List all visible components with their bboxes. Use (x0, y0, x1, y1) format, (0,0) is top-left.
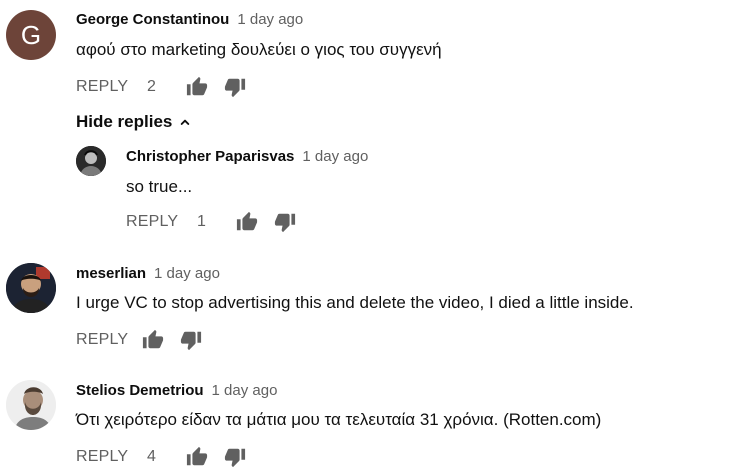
thumbs-up-icon[interactable] (186, 76, 208, 98)
thumbs-up-icon[interactable] (142, 329, 164, 351)
comment-time[interactable]: 1 day ago (154, 265, 220, 282)
avatar[interactable] (6, 380, 56, 430)
comment-time[interactable]: 1 day ago (302, 148, 368, 165)
avatar[interactable]: G (6, 10, 56, 60)
thumbs-down-icon[interactable] (224, 446, 246, 468)
thumbs-up-icon[interactable] (236, 211, 258, 233)
like-count: 1 (197, 213, 206, 230)
comment-author[interactable]: George Constantinou (76, 11, 229, 28)
comment-thread: meserlian 1 day ago I urge VC to stop adv… (0, 255, 736, 355)
comment-text: Ότι χειρότερο είδαν τα μάτια μου τα τελε… (76, 410, 602, 429)
thumbs-down-icon[interactable] (224, 76, 246, 98)
comment-time[interactable]: 1 day ago (237, 11, 303, 28)
comment-text: αφού στο marketing δουλεύει ο γιος του σ… (76, 40, 442, 59)
comment-author[interactable]: meserlian (76, 265, 146, 282)
comment-thread: G George Constantinou 1 day ago αφού στο … (0, 0, 736, 100)
hide-replies-label: Hide replies (76, 112, 173, 131)
comment-text: I urge VC to stop advertising this and d… (76, 293, 634, 312)
like-count: 2 (147, 78, 156, 95)
comment-thread: Stelios Demetriou 1 day ago Ότι χειρότερο… (0, 372, 736, 466)
thumbs-up-icon[interactable] (186, 446, 208, 468)
hide-replies-button[interactable]: Hide replies (76, 112, 193, 132)
comment-time[interactable]: 1 day ago (212, 382, 278, 399)
reply-button[interactable]: REPLY (76, 331, 128, 349)
reply-button[interactable]: REPLY (76, 78, 128, 96)
avatar[interactable] (76, 146, 106, 176)
avatar[interactable] (6, 263, 56, 313)
comment-author[interactable]: Christopher Paparisvas (126, 148, 294, 165)
thumbs-down-icon[interactable] (180, 329, 202, 351)
like-count: 4 (147, 448, 156, 465)
avatar-photo (6, 263, 56, 313)
thumbs-down-icon[interactable] (274, 211, 296, 233)
chevron-up-icon (181, 119, 190, 125)
avatar-letter: G (20, 19, 42, 50)
avatar-photo (6, 380, 56, 430)
comment-text: so true... (126, 177, 193, 196)
reply-button[interactable]: REPLY (76, 448, 128, 466)
comment-reply: Christopher Paparisvas 1 day ago so true.… (0, 140, 736, 240)
reply-button[interactable]: REPLY (126, 213, 178, 231)
avatar-photo (76, 146, 106, 176)
comment-author[interactable]: Stelios Demetriou (76, 382, 204, 399)
